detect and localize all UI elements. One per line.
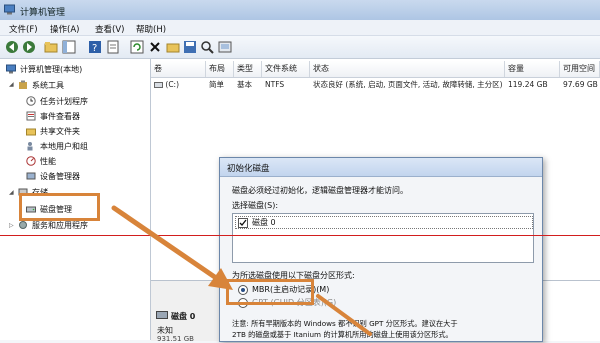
annotation-arrow-icon [111,205,372,336]
